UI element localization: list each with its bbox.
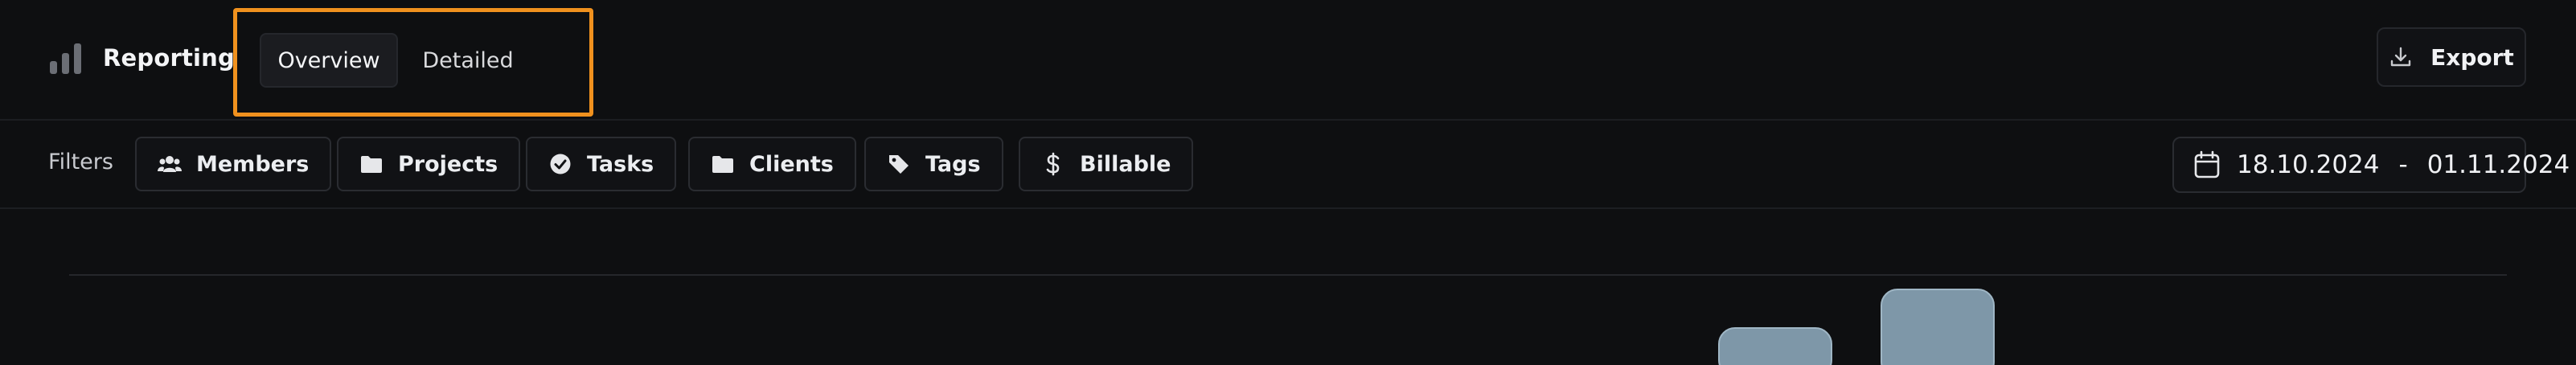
filter-tags-button[interactable]: Tags <box>864 137 1003 191</box>
tab-overview[interactable]: Overview <box>260 33 398 88</box>
header-bar: Reporting Overview Detailed Export <box>0 0 2576 121</box>
filters-bar: Filters Members Projects Tasks Clients T… <box>0 122 2576 209</box>
check-circle-icon <box>550 154 571 174</box>
view-tabs: Overview Detailed <box>233 8 593 117</box>
folder-icon <box>712 156 733 173</box>
date-to: 01.11.2024 <box>2426 150 2570 179</box>
folder-icon <box>361 156 382 173</box>
filter-tags-label: Tags <box>925 151 981 177</box>
filter-projects-label: Projects <box>398 151 498 177</box>
chart-area <box>0 211 2576 365</box>
page-title: Reporting <box>103 44 235 72</box>
filters-label: Filters <box>48 150 113 174</box>
filter-members-button[interactable]: Members <box>135 137 332 191</box>
filter-billable-button[interactable]: Billable <box>1019 137 1194 191</box>
dollar-icon <box>1046 152 1060 176</box>
filter-members-label: Members <box>196 151 310 177</box>
tag-icon <box>889 155 909 174</box>
export-label: Export <box>2430 43 2514 71</box>
date-range-picker[interactable]: 18.10.2024 - 01.11.2024 <box>2172 137 2570 193</box>
download-icon <box>2390 47 2411 67</box>
export-button[interactable]: Export <box>2377 27 2526 87</box>
filter-tasks-button[interactable]: Tasks <box>526 137 677 191</box>
date-separator: - <box>2398 150 2408 179</box>
users-icon <box>158 156 182 172</box>
tab-detailed[interactable]: Detailed <box>416 33 520 88</box>
date-from: 18.10.2024 <box>2237 150 2380 179</box>
chart-bar[interactable] <box>1881 289 1995 365</box>
chart-canvas <box>69 274 2507 365</box>
filter-projects-button[interactable]: Projects <box>337 137 521 191</box>
chart-bar[interactable] <box>1718 327 1832 365</box>
calendar-icon <box>2194 150 2220 178</box>
filter-billable-label: Billable <box>1080 151 1171 177</box>
brand: Reporting <box>48 39 235 77</box>
bar-chart-icon <box>50 43 81 74</box>
filter-tasks-label: Tasks <box>587 151 654 177</box>
filter-clients-label: Clients <box>749 151 834 177</box>
filter-clients-button[interactable]: Clients <box>688 137 856 191</box>
